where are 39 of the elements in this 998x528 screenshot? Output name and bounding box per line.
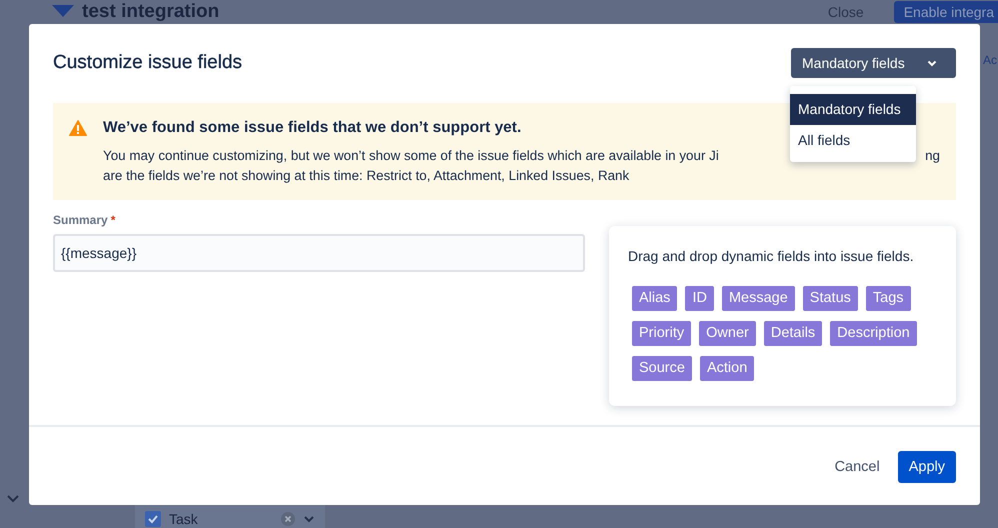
task-row[interactable]: Task <box>135 505 325 528</box>
clear-icon[interactable] <box>281 512 295 526</box>
warning-title: We’ve found some issue fields that we don’t support yet. <box>103 119 522 137</box>
task-checkbox[interactable] <box>145 511 161 527</box>
cancel-button[interactable]: Cancel <box>824 452 890 482</box>
chevron-icon <box>927 60 937 66</box>
required-marker: * <box>110 213 116 229</box>
field-tag[interactable]: Priority <box>632 321 692 346</box>
field-tag[interactable]: Tags <box>866 286 911 311</box>
warning-text: are the fields we’re not showing at this time: Restrict to, Attachment, Linked Issues, Rank <box>103 167 630 185</box>
task-label: Task <box>169 511 198 527</box>
field-tag[interactable]: Source <box>632 356 692 381</box>
logo-icon <box>52 5 74 19</box>
field-tag[interactable]: Alias <box>632 286 678 311</box>
summary-field[interactable]: {{message}} <box>53 234 585 272</box>
panel-hint: Drag and drop dynamic fields into issue fields. <box>628 248 915 264</box>
field-view-dropdown[interactable]: Mandatory fields <box>791 48 956 78</box>
warning-icon <box>69 120 87 136</box>
menu-item[interactable]: All fields <box>790 125 916 156</box>
chevron-icon[interactable] <box>303 515 315 523</box>
dialog-title: Customize issue fields <box>53 52 242 74</box>
close-button[interactable]: Close <box>828 4 864 20</box>
check-icon <box>147 513 159 525</box>
warning-text: ng <box>925 147 940 165</box>
field-tag[interactable]: Owner <box>699 321 756 346</box>
chevron-icon[interactable] <box>6 494 20 503</box>
menu-item[interactable]: Mandatory fields <box>790 94 916 125</box>
side-link[interactable]: Ac <box>982 53 997 67</box>
field-tag[interactable]: Message <box>722 286 795 311</box>
warning-text: You may continue customizing, but we won’t show some of the issue fields which are available in your Ji <box>103 147 719 165</box>
summary-label: Summary <box>53 213 108 229</box>
enable-integration-button[interactable]: Enable integra <box>894 1 998 23</box>
field-tag[interactable]: Details <box>764 321 822 346</box>
apply-button[interactable]: Apply <box>898 451 956 483</box>
page-title: test integration <box>82 1 220 23</box>
field-tag[interactable]: Description <box>830 321 917 346</box>
field-tag[interactable]: ID <box>685 286 714 311</box>
field-tag[interactable]: Status <box>802 286 858 311</box>
field-tag[interactable]: Action <box>700 356 754 381</box>
